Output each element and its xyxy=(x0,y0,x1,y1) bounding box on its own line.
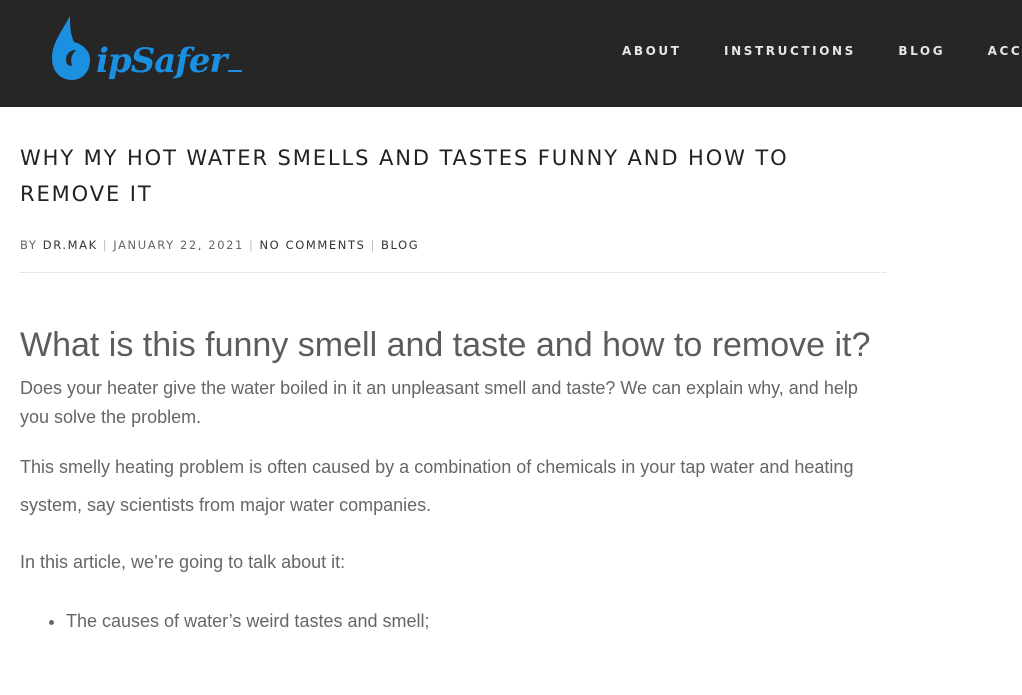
list-item: The causes of water’s weird tastes and s… xyxy=(66,607,886,636)
author-link[interactable]: DR.MAK xyxy=(43,238,98,252)
nav-about[interactable]: ABOUT xyxy=(622,44,682,58)
nav-instructions[interactable]: INSTRUCTIONS xyxy=(724,44,856,58)
meta-separator: | xyxy=(248,238,255,252)
site-header: ipSafer ABOUT INSTRUCTIONS BLOG ACCOUN xyxy=(0,0,1022,107)
post-date: JANUARY 22, 2021 xyxy=(113,238,244,252)
meta-separator: | xyxy=(102,238,109,252)
paragraph-overview: In this article, we’re going to talk abo… xyxy=(20,552,346,572)
paragraph-intro: Does your heater give the water boiled i… xyxy=(20,378,858,427)
section-heading: What is this funny smell and taste and h… xyxy=(20,326,871,364)
nav-account[interactable]: ACCOUN xyxy=(988,44,1022,58)
post-meta: BY DR.MAK | JANUARY 22, 2021 | NO COMMENTS | B… xyxy=(20,238,886,273)
blog-article: WHY MY HOT WATER SMELLS AND TASTES FUNNY… xyxy=(20,140,886,636)
svg-text:ipSafer: ipSafer xyxy=(96,41,230,81)
site-logo[interactable]: ipSafer xyxy=(48,14,248,86)
category-link[interactable]: BLOG xyxy=(381,238,419,252)
paragraph-cause: This smelly heating problem is often cau… xyxy=(20,457,854,515)
main-nav: ABOUT INSTRUCTIONS BLOG ACCOUN xyxy=(622,42,1022,60)
nav-blog[interactable]: BLOG xyxy=(898,44,945,58)
post-title: WHY MY HOT WATER SMELLS AND TASTES FUNNY… xyxy=(20,146,789,206)
meta-separator: | xyxy=(370,238,376,252)
topic-list: The causes of water’s weird tastes and s… xyxy=(20,607,886,636)
comments-link[interactable]: NO COMMENTS xyxy=(259,238,365,252)
meta-by-label: BY xyxy=(20,238,38,252)
water-drop-logo-icon: ipSafer xyxy=(52,16,242,81)
